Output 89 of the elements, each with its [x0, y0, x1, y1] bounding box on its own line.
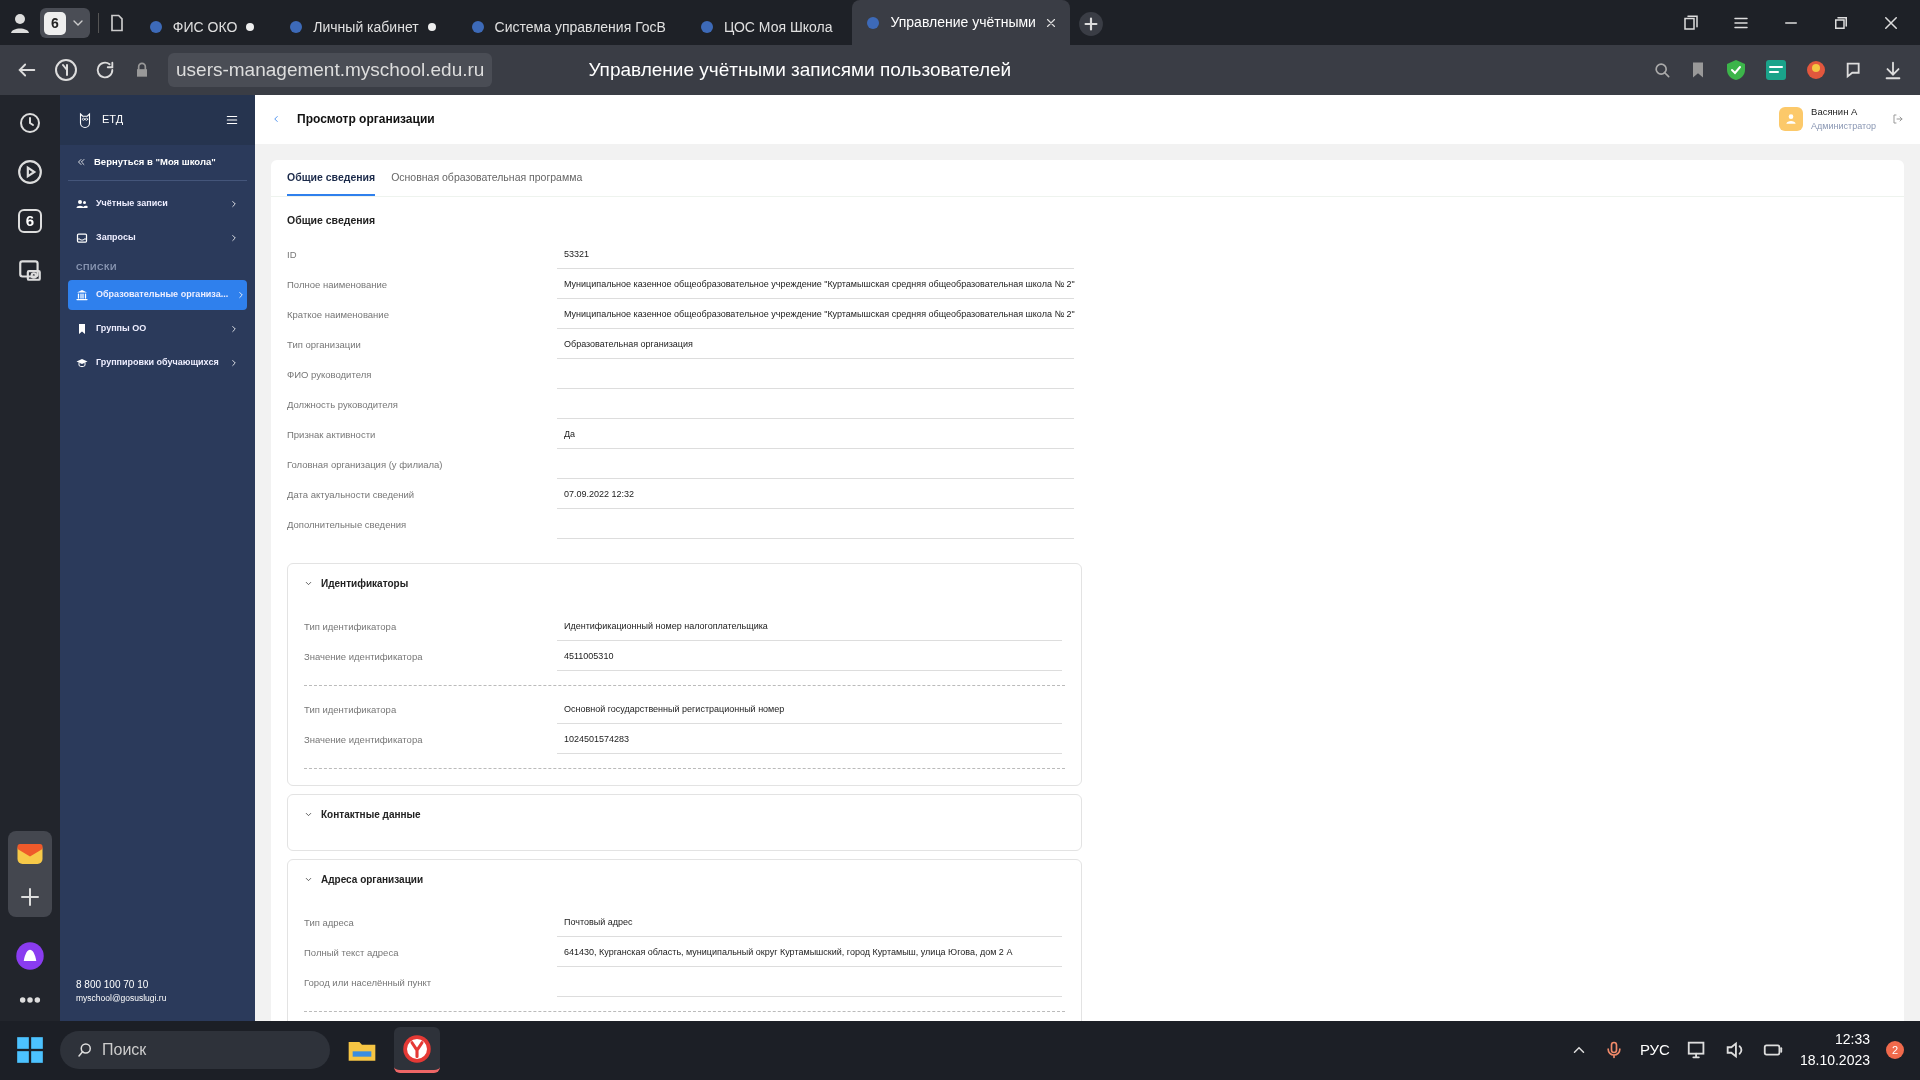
tab-count-badge[interactable]: 6: [44, 11, 66, 35]
field-value: Идентификационный номер налогоплательщика: [557, 614, 1062, 641]
page-title: Управление учётными записями пользователей: [588, 57, 1012, 82]
field-value: Почтовый адрес: [557, 910, 1062, 937]
field-value: 53321: [557, 242, 1074, 269]
browser-tab[interactable]: ЦОС Моя Школа: [685, 9, 845, 45]
field-value: Основной государственный регистрационный номер: [557, 697, 1062, 724]
chevron-right-icon: [229, 358, 239, 369]
clock-date[interactable]: 18.10.2023: [1799, 1050, 1870, 1072]
logout-icon[interactable]: [1892, 113, 1904, 126]
field-label: Значение идентификатора: [304, 650, 424, 665]
field-value: 07.09.2022 12:32: [557, 482, 1074, 509]
address-field[interactable]: users-management.myschool.edu.ru: [168, 52, 493, 87]
language-indicator[interactable]: РУС: [1639, 1039, 1670, 1062]
profile-icon[interactable]: [8, 11, 32, 35]
sidebar-item[interactable]: Запросы: [68, 222, 247, 253]
double-chevron-icon[interactable]: [76, 157, 86, 168]
browser-tab[interactable]: Управление учётными: [852, 0, 1070, 45]
more-icon[interactable]: [19, 994, 41, 1005]
restore-icon[interactable]: [1832, 14, 1850, 32]
field-label: Дата актуальности сведений: [287, 488, 416, 503]
play-icon[interactable]: [17, 158, 43, 185]
close-icon[interactable]: [1882, 14, 1900, 32]
group-header[interactable]: Контактные данные: [304, 794, 421, 834]
field-label: Краткое наименование: [287, 308, 390, 323]
field-label: Город или населённый пункт: [304, 976, 433, 991]
field-label: Тип организации: [287, 338, 362, 353]
field-label: ID: [287, 248, 298, 263]
taskbar-search-field[interactable]: Поиск: [60, 1031, 330, 1070]
field-value: Да: [557, 422, 1074, 449]
content-tab[interactable]: Общие сведения: [287, 160, 376, 196]
group-header[interactable]: Адреса организации: [304, 859, 424, 899]
sidebar-item[interactable]: Группировки обучающихся: [68, 348, 247, 379]
group-header[interactable]: Идентификаторы: [304, 563, 409, 603]
history-icon[interactable]: [18, 110, 42, 135]
windows-start-icon[interactable]: [16, 1036, 44, 1065]
browser-tab[interactable]: Система управления ГосВ: [456, 9, 678, 45]
person-icon: [1784, 112, 1799, 127]
field-label: Дополнительные сведения: [287, 518, 408, 533]
nav-icon: [76, 231, 88, 244]
page-heading: Просмотр организации: [297, 111, 435, 129]
nav-icon: [76, 323, 88, 336]
chevron-right-icon: [229, 198, 239, 209]
user-name: Васянин А: [1811, 105, 1859, 120]
taskbar-app-button[interactable]: [394, 1027, 440, 1074]
field-value: 4511005310: [557, 644, 1062, 671]
phone-number: 8 800 100 70 10: [76, 977, 150, 992]
nav-icon: [76, 289, 88, 302]
field-value: 641430, Курганская область, муниципальный округ Куртамышский, город Куртамыш, улица Югова, дом 2 А: [557, 940, 1062, 967]
sidebar-item[interactable]: Учётные записи: [68, 188, 247, 219]
field-label: Значение идентификатора: [304, 733, 424, 748]
section-title: Общие сведения: [287, 212, 377, 228]
app-logo-text: ЕТД: [102, 112, 124, 128]
tabs-panel-icon[interactable]: [1682, 14, 1700, 32]
chevron-right-icon: [229, 324, 239, 335]
sidebar-item[interactable]: Группы ОО: [68, 314, 247, 345]
browser-logo-icon: [402, 1033, 432, 1064]
field-label: Головная организация (у филиала): [287, 458, 444, 473]
sidebar-item[interactable]: Образовательные организа...: [68, 280, 247, 311]
field-value: Муниципальное казенное общеобразовательное учреждение "Куртамышская средняя общеобразовательная школа № 2": [557, 272, 1074, 299]
new-tab-icon[interactable]: [1077, 11, 1104, 37]
chevron-right-icon: [229, 232, 239, 243]
field-value: Муниципальное казенное общеобразовательное учреждение "Куртамышская средняя общеобразовательная школа № 2": [557, 302, 1074, 329]
user-role: Администратор: [1811, 119, 1876, 133]
field-label: Полный текст адреса: [304, 946, 400, 961]
field-value: 1024501574283: [557, 727, 1062, 754]
clock-time[interactable]: 12:33: [1799, 1029, 1870, 1051]
content-tab[interactable]: Основная образовательная программа: [391, 160, 583, 196]
field-label: Полное наименование: [287, 278, 389, 293]
sidebar-heading: СПИСКИ: [75, 260, 118, 274]
browser-tab[interactable]: Личный кабинет: [275, 9, 449, 45]
field-label: Тип идентификатора: [304, 703, 398, 718]
nav-icon: [76, 357, 88, 370]
field-label: ФИО руководителя: [287, 368, 373, 383]
search-icon: [76, 1041, 94, 1060]
side-badge[interactable]: 6: [18, 208, 42, 233]
field-label: Тип адреса: [304, 916, 355, 931]
field-value: Образовательная организация: [557, 332, 1074, 359]
extension-icon[interactable]: [1764, 57, 1788, 82]
browser-logo-icon[interactable]: [54, 57, 78, 82]
shield-icon[interactable]: [1724, 57, 1748, 82]
field-label: Тип идентификатора: [304, 620, 398, 635]
back-link[interactable]: Вернуться в "Моя школа": [94, 154, 216, 170]
email-address: myschool@gosuslugi.ru: [76, 991, 168, 1005]
assistant-icon[interactable]: [15, 940, 45, 971]
nav-icon: [76, 197, 88, 210]
field-label: Должность руководителя: [287, 398, 399, 413]
field-label: Признак активности: [287, 428, 377, 443]
browser-tab[interactable]: ФИС ОКО: [134, 9, 268, 45]
